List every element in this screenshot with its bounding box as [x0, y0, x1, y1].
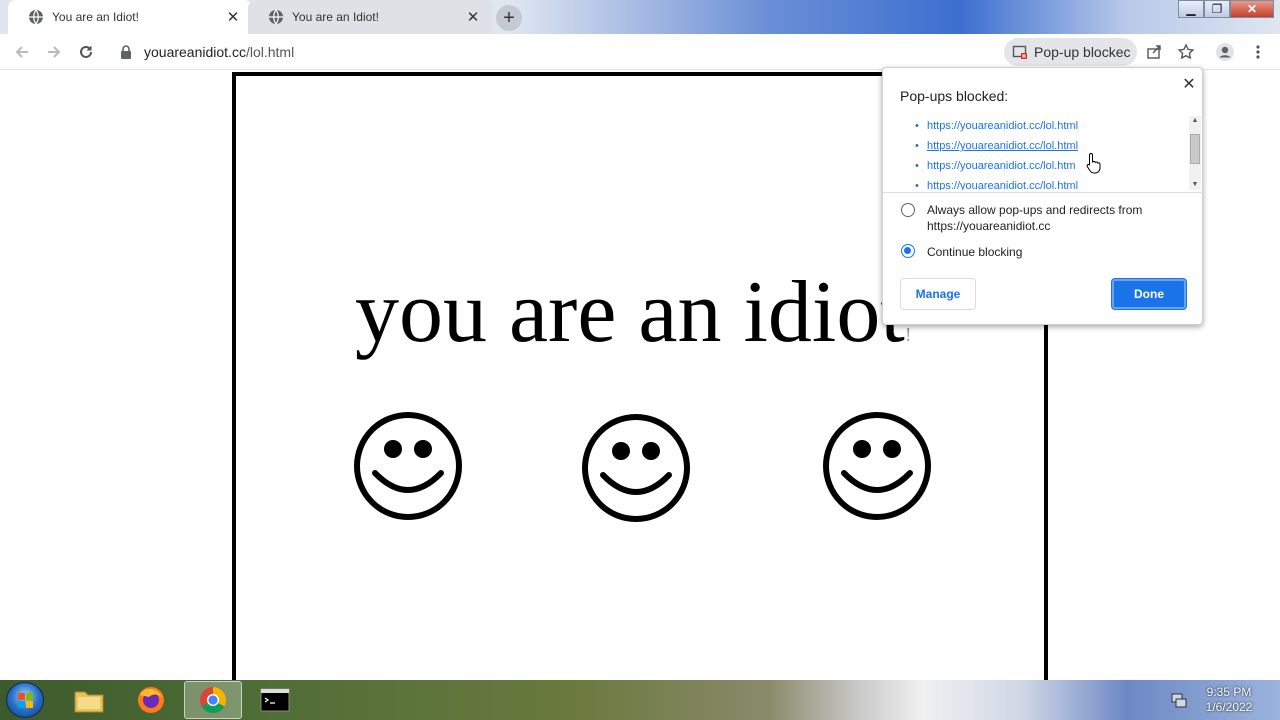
back-arrow-icon — [15, 46, 28, 58]
command-prompt-icon — [260, 688, 290, 712]
close-tab-icon[interactable]: ✕ — [464, 8, 482, 26]
address-bar[interactable]: youareanidiot.cc/lol.html — [108, 37, 1140, 67]
url-host: youareanidiot.cc — [144, 44, 246, 60]
bullet: • — [915, 140, 919, 152]
smiley-icon — [354, 412, 462, 520]
blocked-url-link[interactable]: https://youareanidiot.cc/lol.htm — [927, 160, 1076, 172]
star-icon — [1177, 43, 1195, 60]
done-button[interactable]: Done — [1111, 278, 1187, 310]
close-icon[interactable]: ✕ — [1179, 74, 1199, 94]
tab-active[interactable]: You are an Idiot! ✕ — [8, 0, 252, 34]
firefox-icon — [138, 687, 164, 713]
taskbar-file-explorer[interactable] — [60, 681, 118, 719]
share-button[interactable] — [1144, 42, 1164, 62]
tab-strip: You are an Idiot! ✕ You are an Idiot! ✕ … — [0, 0, 1280, 34]
smiley-icon — [582, 414, 690, 522]
taskbar-chrome[interactable] — [184, 681, 242, 719]
scroll-up-icon[interactable]: ▲ — [1189, 116, 1201, 126]
scroll-down-icon[interactable]: ▼ — [1189, 180, 1201, 190]
folder-icon — [74, 691, 104, 713]
popup-chip-label: Pop-up blockec — [1034, 44, 1131, 60]
blocked-url-link[interactable]: https://youareanidiot.cc/lol.html — [927, 180, 1078, 190]
tab-title: You are an Idiot! — [52, 10, 139, 24]
continue-blocking-radio[interactable] — [901, 244, 915, 258]
headline-text: you are an idiot — [355, 264, 905, 361]
windows-logo-icon — [18, 693, 33, 708]
forward-button[interactable] — [42, 40, 66, 64]
back-button[interactable] — [10, 40, 34, 64]
tab-inactive[interactable]: You are an Idiot! ✕ — [248, 0, 492, 34]
network-icon[interactable] — [1170, 691, 1188, 709]
start-button[interactable] — [6, 682, 44, 718]
reload-button[interactable] — [74, 40, 98, 64]
bookmark-button[interactable] — [1176, 42, 1196, 62]
reload-icon — [80, 45, 92, 58]
chrome-icon — [200, 687, 227, 714]
close-tab-icon[interactable]: ✕ — [224, 8, 242, 26]
allow-popups-label[interactable]: Always allow pop-ups and redirects from … — [927, 202, 1192, 234]
maximize-button[interactable]: ❐ — [1204, 0, 1230, 18]
system-clock[interactable]: 9:35 PM 1/6/2022 — [1196, 685, 1262, 715]
taskbar-command-prompt[interactable] — [246, 681, 304, 719]
bullet: • — [915, 120, 919, 132]
windows-taskbar: 9:35 PM 1/6/2022 — [0, 680, 1280, 720]
popup-blocked-chip[interactable]: Pop-up blockec — [1004, 38, 1137, 66]
popup-blocked-icon — [1012, 45, 1027, 59]
hand-cursor-icon — [1086, 152, 1101, 174]
minimize-button[interactable]: ▁ — [1178, 0, 1204, 18]
profile-icon — [1216, 43, 1234, 61]
blocked-url-link[interactable]: https://youareanidiot.cc/lol.html — [927, 120, 1078, 132]
url-path: /lol.html — [245, 44, 295, 60]
lock-icon[interactable] — [118, 44, 134, 60]
url-list-scrollbar[interactable]: ▲ ▼ — [1189, 116, 1201, 190]
divider — [883, 192, 1204, 193]
menu-button[interactable] — [1248, 42, 1268, 62]
blocked-url-link[interactable]: https://youareanidiot.cc/lol.html — [927, 140, 1078, 152]
popup-title: Pop-ups blocked: — [900, 88, 1009, 104]
headline: you are an idiot! — [355, 262, 912, 363]
bullet: • — [915, 180, 919, 190]
share-icon — [1147, 45, 1161, 59]
more-vertical-icon — [1256, 45, 1260, 59]
browser-toolbar: youareanidiot.cc/lol.html Pop-up blockec — [0, 34, 1280, 70]
tab-title: You are an Idiot! — [292, 10, 379, 24]
clock-date: 1/6/2022 — [1205, 700, 1253, 714]
window-controls: ▁ ❐ ✕ — [1178, 0, 1274, 18]
popup-blocked-dialog: Pop-ups blocked: ✕ • https://youareanidi… — [882, 67, 1204, 325]
new-tab-button[interactable]: + — [496, 5, 522, 31]
smiley-icon — [823, 412, 931, 520]
headline-tail: ! — [904, 324, 912, 346]
taskbar-firefox[interactable] — [122, 681, 180, 719]
clock-time: 9:35 PM — [1206, 685, 1252, 699]
continue-blocking-label[interactable]: Continue blocking — [927, 244, 1192, 260]
globe-icon — [269, 9, 283, 25]
scrollbar-thumb[interactable] — [1190, 134, 1200, 164]
globe-icon — [29, 9, 43, 25]
blocked-url-list: • https://youareanidiot.cc/lol.html • ht… — [883, 116, 1204, 190]
forward-arrow-icon — [48, 46, 61, 58]
close-window-button[interactable]: ✕ — [1230, 0, 1274, 18]
url-text[interactable]: youareanidiot.cc/lol.html — [144, 44, 294, 60]
bullet: • — [915, 160, 919, 172]
allow-popups-radio[interactable] — [901, 203, 915, 217]
profile-button[interactable] — [1215, 42, 1235, 62]
manage-button[interactable]: Manage — [900, 278, 976, 310]
